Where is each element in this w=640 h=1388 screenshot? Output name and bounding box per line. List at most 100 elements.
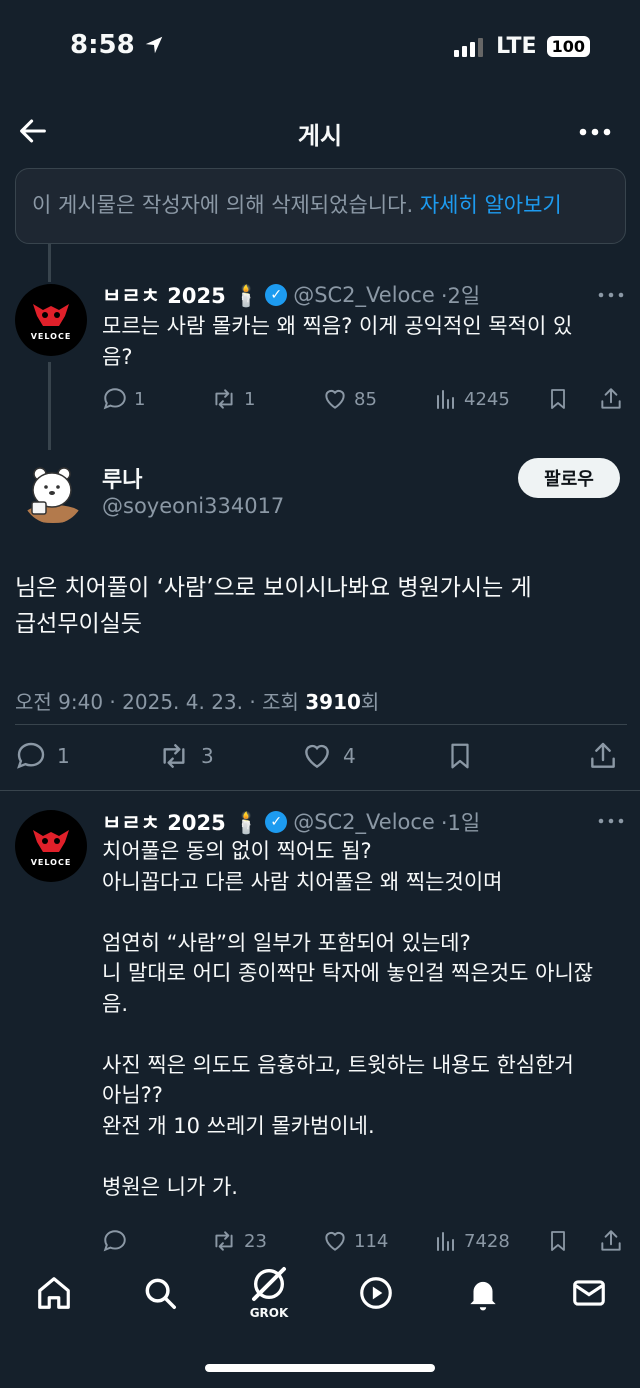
- reply-count: 1: [57, 744, 70, 768]
- avatar[interactable]: VELOCE: [15, 284, 87, 356]
- retweet-button[interactable]: 1: [210, 386, 322, 412]
- home-icon: [38, 1277, 70, 1309]
- text-line: [102, 1019, 627, 1050]
- heart-icon: [305, 744, 329, 769]
- retweet-icon: [163, 744, 185, 768]
- retweet-count: 3: [201, 744, 214, 768]
- reply-button[interactable]: 1: [15, 740, 157, 772]
- like-button[interactable]: 4: [301, 740, 445, 772]
- display-name[interactable]: ㅂㄹㅊ 2025 🕯️: [102, 280, 259, 310]
- tab-home[interactable]: [35, 1274, 73, 1312]
- text-line: 엄연히 “사람”의 일부가 포함되어 있는데?: [102, 930, 471, 955]
- bookmark-button[interactable]: [445, 740, 587, 772]
- home-indicator: [205, 1364, 435, 1372]
- bear-avatar-icon: [25, 467, 81, 523]
- share-icon: [601, 1230, 621, 1251]
- bookmark-button[interactable]: [546, 1228, 598, 1254]
- reply-1-more-button[interactable]: [598, 290, 624, 300]
- text-line: 완전 개 10 쓰레기 몰카범이네.: [102, 1113, 375, 1138]
- notice-text: 이 게시물은 작성자에 의해 삭제되었습니다.: [32, 193, 420, 217]
- text-line: 아니꼽다고 다른 사람 치어풀은 왜 찍는것이며: [102, 869, 503, 894]
- bell-icon: [470, 1281, 496, 1311]
- grok-icon: [252, 1267, 286, 1301]
- reply-1-author: ㅂㄹㅊ 2025 🕯️ ✓ @SC2_Veloce ·2일: [102, 280, 480, 310]
- post-view-count: 3910: [305, 690, 361, 714]
- retweet-button[interactable]: 23: [210, 1228, 322, 1254]
- share-icon: [591, 742, 615, 768]
- reply-button[interactable]: 1: [102, 386, 210, 412]
- text-line: 음?: [102, 345, 133, 369]
- reply-2-actions: 23 114 7428: [102, 1228, 624, 1254]
- network-label: LTE: [496, 34, 537, 59]
- search-icon: [145, 1278, 176, 1309]
- avatar[interactable]: [22, 462, 84, 524]
- more-dots-icon: [579, 128, 611, 136]
- text-line: 병원은 니가 가.: [102, 1174, 238, 1199]
- tab-video[interactable]: [357, 1274, 395, 1312]
- tab-search[interactable]: [141, 1274, 179, 1312]
- share-button[interactable]: [598, 386, 624, 412]
- like-button[interactable]: 114: [322, 1228, 434, 1254]
- view-count: 4245: [464, 388, 510, 410]
- share-button[interactable]: [587, 740, 619, 772]
- heart-icon: [325, 1231, 345, 1251]
- avatar[interactable]: VELOCE: [15, 810, 87, 882]
- learn-more-link[interactable]: 자세히 알아보기: [420, 193, 562, 217]
- heart-icon: [325, 389, 345, 409]
- text-line: 아님??: [102, 1083, 163, 1107]
- retweet-icon: [215, 389, 233, 409]
- main-post-display-name[interactable]: 루나: [102, 462, 142, 494]
- text-line: 치어풀은 동의 없이 찍어도 됨?: [102, 839, 372, 863]
- bookmark-icon: [451, 743, 469, 769]
- bookmark-icon: [551, 1231, 565, 1251]
- reply-1-actions: 1 1 85 4245: [102, 386, 624, 412]
- tab-notifications[interactable]: [464, 1274, 502, 1312]
- location-arrow-icon: [145, 36, 162, 54]
- follow-button[interactable]: 팔로우: [518, 458, 620, 498]
- retweet-count: 1: [244, 388, 256, 410]
- reply-button[interactable]: [102, 1228, 210, 1254]
- bookmark-icon: [551, 389, 565, 409]
- avatar-label: VELOCE: [30, 857, 72, 867]
- skull-logo-icon: [33, 303, 69, 326]
- views-chart-icon: [437, 1232, 454, 1251]
- retweet-count: 23: [244, 1230, 267, 1252]
- signal-icon: [454, 37, 484, 57]
- display-name[interactable]: ㅂㄹㅊ 2025 🕯️: [102, 807, 259, 837]
- like-button[interactable]: 85: [322, 386, 434, 412]
- battery-indicator: 100: [546, 36, 590, 57]
- post-meta: 오전 9:40 · 2025. 4. 23. · 조회 3910회: [15, 686, 379, 715]
- more-options-button[interactable]: [578, 120, 612, 144]
- text-line: 니 말대로 어디 종이짝만 탁자에 놓인걸 찍은것도 아니잖: [102, 961, 594, 985]
- views-button[interactable]: 7428: [434, 1229, 546, 1253]
- mail-icon: [573, 1280, 605, 1306]
- share-button[interactable]: [598, 1228, 624, 1254]
- status-time: 8:58: [70, 30, 165, 60]
- comment-icon: [103, 388, 126, 410]
- tab-messages[interactable]: [570, 1274, 608, 1312]
- like-count: 85: [354, 388, 377, 410]
- views-button[interactable]: 4245: [434, 387, 546, 411]
- more-dots-icon: [598, 292, 624, 298]
- text-line: 급선무이실듯: [15, 611, 142, 637]
- divider: [0, 790, 640, 791]
- comment-icon: [103, 1230, 126, 1252]
- reply-2-text: 치어풀은 동의 없이 찍어도 됨? 아니꼽다고 다른 사람 치어풀은 왜 찍는것…: [102, 836, 627, 1202]
- reply-1-text: 모르는 사람 몰카는 왜 찍음? 이게 공익적인 목적이 있 음?: [102, 311, 622, 373]
- text-line: 사진 찍은 의도도 음흉하고, 트윗하는 내용도 한심한거: [102, 1052, 574, 1077]
- main-post-text: 님은 치어풀이 ‘사람’으로 보이시나봐요 병원가시는 게 급선무이실듯: [15, 570, 627, 642]
- reply-2-more-button[interactable]: [598, 816, 624, 826]
- handle[interactable]: @SC2_Veloce: [293, 810, 435, 834]
- bookmark-button[interactable]: [546, 386, 598, 412]
- tab-grok[interactable]: GROK: [244, 1264, 294, 1320]
- like-count: 114: [354, 1230, 389, 1252]
- retweet-button[interactable]: 3: [157, 740, 301, 772]
- divider: [15, 724, 627, 725]
- text-line: [102, 1141, 627, 1172]
- text-line: 님은 치어풀이 ‘사람’으로 보이시나봐요 병원가시는 게: [15, 575, 532, 601]
- status-right: LTE 100: [454, 34, 590, 59]
- handle[interactable]: @SC2_Veloce: [293, 283, 435, 307]
- more-dots-icon: [598, 818, 624, 824]
- main-post-handle[interactable]: @soyeoni334017: [102, 494, 284, 518]
- text-line: 음.: [102, 991, 128, 1016]
